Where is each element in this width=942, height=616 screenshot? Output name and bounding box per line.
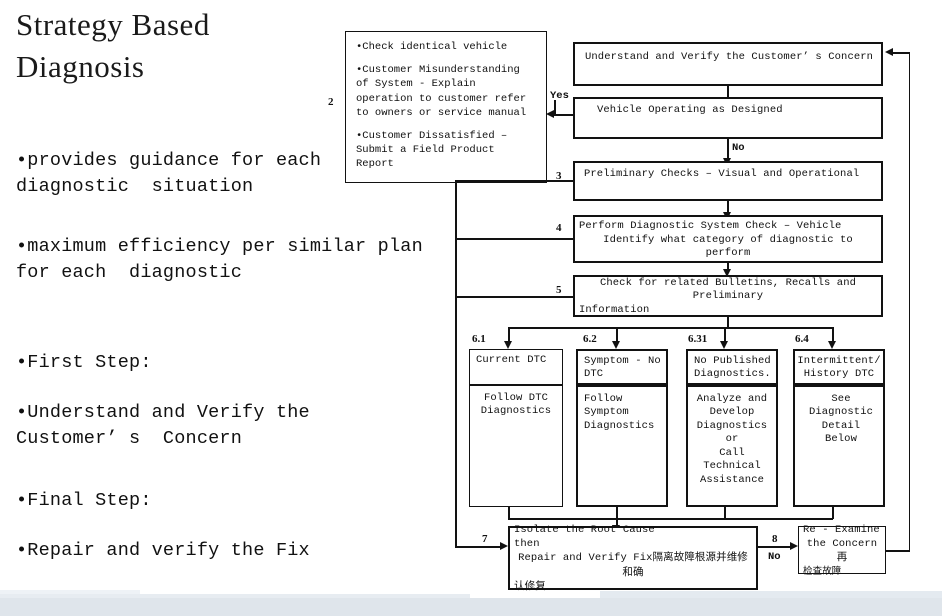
arrow-down-61-icon: [503, 341, 512, 349]
step-7-line-1: Isolate the Root Cause: [514, 524, 655, 537]
arrow-left-step1-icon: [885, 48, 893, 56]
branch-merge-bus: [508, 518, 833, 520]
step-7-number: 7: [482, 533, 488, 545]
callout-box: •Check identical vehicle •Customer Misun…: [345, 31, 547, 183]
step-631-body-box: Analyze and Develop Diagnostics or Call …: [686, 385, 778, 507]
footer-band-layer-1: [0, 598, 942, 616]
step-61-number: 6.1: [472, 333, 486, 345]
step-8-box: Re - Examine the Concern再 检查故障: [798, 524, 886, 577]
callout-item-customer-dissatisfied: •Customer Dissatisfied – Submit a Field …: [356, 129, 508, 171]
step-8-line-3-cn: 检查故障: [803, 565, 842, 577]
return-path-top: [893, 52, 910, 54]
step-5-box: Check for related Bulletins, Recalls and…: [573, 275, 883, 317]
connector-yes-vertical: [554, 100, 556, 115]
step-631-head-box: No Published Diagnostics.: [686, 349, 778, 385]
step-62-number: 6.2: [583, 333, 597, 345]
callout-item-check-identical-vehicle: •Check identical vehicle: [356, 41, 508, 53]
connector-step7-step8: [758, 546, 792, 548]
step-8-number: 8: [772, 533, 778, 545]
step-64-head-label: Intermittent/ History DTC: [797, 354, 881, 380]
left-spine-step5-tap: [455, 296, 574, 298]
arrow-right-step8-icon: [790, 541, 798, 550]
step-1-label: Understand and Verify the Customer’ s Co…: [585, 51, 874, 63]
footer-band-layer-4: [600, 591, 942, 598]
arrow-left-callout-icon: [546, 109, 554, 118]
label-no-step8: No: [768, 551, 781, 563]
strategy-based-diagnosis-flowchart: 2 •Check identical vehicle •Customer Mis…: [0, 0, 942, 600]
step-62-body-box: Follow Symptom Diagnostics: [576, 385, 668, 507]
step-631-head-label: No Published Diagnostics.: [694, 354, 771, 380]
left-spine-step7-tap: [455, 546, 502, 548]
branch-distribution-bus: [508, 327, 833, 329]
step-4-number: 4: [556, 222, 562, 234]
step-7-line-3-en: Repair and Verify Fix: [518, 552, 653, 565]
step-4-line-2: Identify what category of diagnostic to …: [603, 233, 853, 260]
step-61-body-label: Follow DTC Diagnostics: [480, 392, 552, 418]
connector-yes-horizontal: [554, 114, 575, 116]
step-3-box: Preliminary Checks – Visual and Operatio…: [573, 161, 883, 201]
left-spine-step3-tap: [455, 180, 574, 182]
step-8-line-2-en: the Concern: [806, 537, 878, 550]
step-64-number: 6.4: [795, 333, 809, 345]
step-5-line-1: Check for related Bulletins, Recalls and…: [599, 276, 857, 303]
arrow-down-631-icon: [719, 341, 728, 349]
step-1-box: Understand and Verify the Customer’ s Co…: [573, 42, 883, 86]
step-62-head-label: Symptom - No DTC: [584, 355, 661, 381]
step-61-head-box: Current DTC: [469, 349, 563, 385]
arrow-down-64-icon: [827, 341, 836, 349]
arrow-down-62-icon: [611, 341, 620, 349]
label-no-step2: No: [732, 142, 745, 154]
step-7-line-2: then: [514, 537, 540, 550]
step-8-line-1: Re - Examine: [803, 524, 880, 537]
callout-item-customer-misunderstanding: •Customer Misunderstanding of System - E…: [356, 64, 527, 119]
step-4-line-1: Perform Diagnostic System Check – Vehicl…: [579, 220, 842, 233]
step-7-box: Isolate the Root Cause then Repair and V…: [508, 524, 758, 592]
step-5-line-2: Information: [579, 303, 650, 316]
connector-step5-bus: [727, 317, 729, 327]
slide-footer-band: [0, 590, 942, 616]
footer-band-layer-3: [0, 590, 140, 594]
step-2-box: Vehicle Operating as Designed: [573, 97, 883, 139]
step-64-body-box: See Diagnostic Detail Below: [793, 385, 885, 507]
step-61-body-box: Follow DTC Diagnostics: [469, 385, 563, 507]
step-3-label: Preliminary Checks – Visual and Operatio…: [584, 168, 860, 180]
return-path-bottom: [886, 550, 910, 552]
step-2-label: Vehicle Operating as Designed: [597, 104, 783, 116]
step-61-head-label: Current DTC: [476, 354, 547, 366]
arrow-right-step7-icon: [500, 541, 508, 550]
step-8-line-2: the Concern再: [803, 538, 881, 566]
left-spine-step4-tap: [455, 238, 574, 240]
return-path-right: [908, 52, 910, 551]
label-yes: Yes: [550, 90, 569, 102]
step-7-line-3: Repair and Verify Fix隔离故障根源并维修和确: [514, 551, 752, 580]
step-631-body-label: Analyze and Develop Diagnostics or Call …: [696, 393, 768, 486]
step-62-body-label: Follow Symptom Diagnostics: [584, 393, 655, 432]
step-4-box: Perform Diagnostic System Check – Vehicl…: [573, 215, 883, 263]
footer-band-layer-2: [0, 594, 470, 598]
step-631-number: 6.31: [688, 333, 708, 345]
callout-number: 2: [328, 96, 334, 108]
step-64-body-label: See Diagnostic Detail Below: [808, 393, 873, 446]
connector-step2-step3: [727, 139, 729, 160]
left-spine-vertical: [455, 180, 457, 546]
step-5-number: 5: [556, 284, 562, 296]
step-64-head-box: Intermittent/ History DTC: [793, 349, 885, 385]
step-62-head-box: Symptom - No DTC: [576, 349, 668, 385]
step-8-line-2-cn: 再: [836, 551, 848, 564]
